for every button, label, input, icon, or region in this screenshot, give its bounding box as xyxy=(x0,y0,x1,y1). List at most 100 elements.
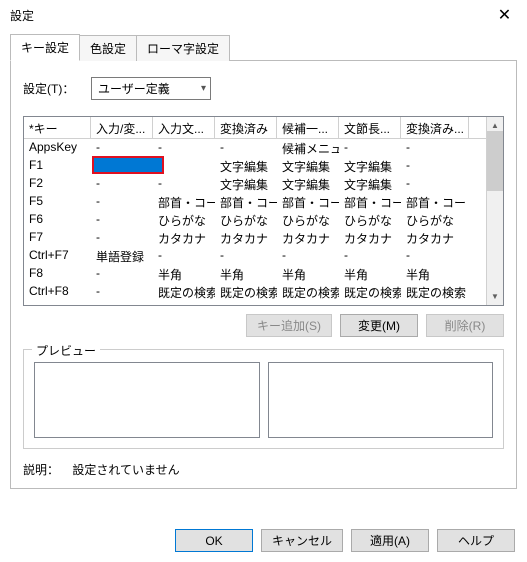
cell-key: F6 xyxy=(24,211,91,229)
cell: 単語登録 xyxy=(91,247,153,265)
cell: - xyxy=(339,139,401,157)
cell-key: F1 xyxy=(24,157,91,175)
cell: カタカナ xyxy=(339,229,401,247)
cell: カタカナ xyxy=(215,229,277,247)
cell: カタカナ xyxy=(401,229,469,247)
delete-button: 削除(R) xyxy=(426,314,504,337)
cell: 部首・コード変 xyxy=(215,193,277,211)
cell: - xyxy=(401,139,469,157)
scroll-thumb[interactable] xyxy=(487,131,503,191)
cell: - xyxy=(401,247,469,265)
cell: 部首・コード変 xyxy=(153,193,215,211)
table-row[interactable]: F7-カタカナカタカナカタカナカタカナカタカナ xyxy=(24,229,503,247)
cell: 半角 xyxy=(339,265,401,283)
table-row[interactable]: F5-部首・コード変部首・コード変部首・コード変部首・コード変部首・コード変 xyxy=(24,193,503,211)
tabstrip: キー設定 色設定 ローマ字設定 xyxy=(10,34,517,61)
cell: - xyxy=(401,157,469,175)
explain-label: 説明： xyxy=(23,463,59,477)
table-row[interactable]: F1-文字編集文字編集文字編集- xyxy=(24,157,503,175)
cell: ひらがな xyxy=(215,211,277,229)
cell: 既定の検索 xyxy=(339,283,401,301)
cell: 半角 xyxy=(215,265,277,283)
dialog-button-row: OK キャンセル 適用(A) ヘルプ xyxy=(175,529,515,552)
cell: - xyxy=(91,283,153,301)
table-row[interactable]: AppsKey---候補メニュー-- xyxy=(24,139,503,157)
cell-key: F8 xyxy=(24,265,91,283)
setting-row: 設定(T)： ユーザー定義 ▾ xyxy=(23,77,504,100)
tab-romaji-settings[interactable]: ローマ字設定 xyxy=(136,35,230,61)
table-row[interactable]: F6-ひらがなひらがなひらがなひらがなひらがな xyxy=(24,211,503,229)
cell: 既定の検索 xyxy=(277,283,339,301)
grid-button-row: キー追加(S) 変更(M) 削除(R) xyxy=(23,314,504,337)
cell: - xyxy=(339,247,401,265)
scroll-down-icon[interactable]: ▼ xyxy=(487,288,503,305)
tab-body: 設定(T)： ユーザー定義 ▾ *キー 入力/変... 入力文... 変換済み … xyxy=(10,61,517,489)
vertical-scrollbar[interactable]: ▲ ▼ xyxy=(486,117,503,305)
col-input-conv[interactable]: 入力/変... xyxy=(91,117,153,138)
close-button[interactable]: ✕ xyxy=(482,0,527,30)
cell xyxy=(91,157,153,175)
setting-select[interactable]: ユーザー定義 ▾ xyxy=(91,77,211,100)
select-value: ユーザー定義 xyxy=(98,80,170,97)
col-converted2[interactable]: 変換済み... xyxy=(401,117,469,138)
col-input-text[interactable]: 入力文... xyxy=(153,117,215,138)
tab-key-settings[interactable]: キー設定 xyxy=(10,34,80,61)
cell: ひらがな xyxy=(401,211,469,229)
cell: 文字編集 xyxy=(215,157,277,175)
cell: 文字編集 xyxy=(339,157,401,175)
settings-window: 設定 ✕ キー設定 色設定 ローマ字設定 設定(T)： ユーザー定義 ▾ *キー… xyxy=(0,0,527,562)
col-converted[interactable]: 変換済み xyxy=(215,117,277,138)
cell: 半角 xyxy=(277,265,339,283)
change-button[interactable]: 変更(M) xyxy=(340,314,418,337)
add-key-button: キー追加(S) xyxy=(246,314,332,337)
cell: 半角 xyxy=(401,265,469,283)
table-row[interactable]: Ctrl+F8-既定の検索既定の検索既定の検索既定の検索既定の検索 xyxy=(24,283,503,301)
cell: 候補メニュー xyxy=(277,139,339,157)
table-row[interactable]: Ctrl+F7単語登録----- xyxy=(24,247,503,265)
tab-color-settings[interactable]: 色設定 xyxy=(79,35,137,61)
titlebar: 設定 ✕ xyxy=(0,0,527,30)
cell: - xyxy=(153,157,215,175)
cell: 文字編集 xyxy=(215,175,277,193)
preview-pane-left xyxy=(34,362,260,438)
preview-pane-right xyxy=(268,362,494,438)
cell: - xyxy=(401,175,469,193)
cell: カタカナ xyxy=(153,229,215,247)
cancel-button[interactable]: キャンセル xyxy=(261,529,343,552)
ok-button[interactable]: OK xyxy=(175,529,253,552)
cell: - xyxy=(91,265,153,283)
grid-header: *キー 入力/変... 入力文... 変換済み 候補一... 文節長... 変換… xyxy=(24,117,503,139)
apply-button[interactable]: 適用(A) xyxy=(351,529,429,552)
cell: - xyxy=(277,247,339,265)
cell: - xyxy=(153,139,215,157)
setting-label: 設定(T)： xyxy=(23,80,81,97)
col-key[interactable]: *キー xyxy=(24,117,91,138)
key-grid[interactable]: *キー 入力/変... 入力文... 変換済み 候補一... 文節長... 変換… xyxy=(23,116,504,306)
help-button[interactable]: ヘルプ xyxy=(437,529,515,552)
cell-key: Ctrl+F8 xyxy=(24,283,91,301)
preview-legend: プレビュー xyxy=(32,342,100,359)
preview-group: プレビュー xyxy=(23,349,504,449)
cell: - xyxy=(91,139,153,157)
col-candidate[interactable]: 候補一... xyxy=(277,117,339,138)
cell: - xyxy=(91,193,153,211)
cell-key: F2 xyxy=(24,175,91,193)
col-clause[interactable]: 文節長... xyxy=(339,117,401,138)
preview-panes xyxy=(34,362,493,438)
window-title: 設定 xyxy=(10,7,34,24)
cell-key: F7 xyxy=(24,229,91,247)
cell: 文字編集 xyxy=(339,175,401,193)
cell: カタカナ xyxy=(277,229,339,247)
cell-key: Ctrl+F7 xyxy=(24,247,91,265)
explain-row: 説明： 設定されていません xyxy=(23,461,504,478)
table-row[interactable]: F8-半角半角半角半角半角 xyxy=(24,265,503,283)
cell: ひらがな xyxy=(277,211,339,229)
cell: 既定の検索 xyxy=(215,283,277,301)
cell: - xyxy=(91,175,153,193)
cell: - xyxy=(153,175,215,193)
cell: 既定の検索 xyxy=(153,283,215,301)
cell: - xyxy=(215,247,277,265)
grid-body: AppsKey---候補メニュー--F1-文字編集文字編集文字編集-F2--文字… xyxy=(24,139,503,305)
table-row[interactable]: F2--文字編集文字編集文字編集- xyxy=(24,175,503,193)
cell: 文字編集 xyxy=(277,157,339,175)
